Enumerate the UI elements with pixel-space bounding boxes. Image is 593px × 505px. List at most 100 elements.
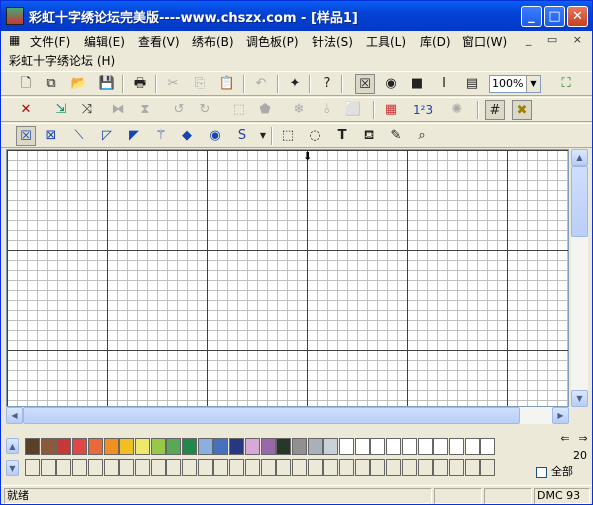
palette-swatch[interactable]: [25, 459, 40, 476]
eyedropper-icon[interactable]: ✎: [386, 126, 406, 146]
palette-swatch[interactable]: [260, 459, 276, 476]
scroll-right-icon[interactable]: ▶: [552, 407, 569, 424]
undo-icon[interactable]: ↶: [251, 74, 271, 94]
new-from-icon[interactable]: ⧉: [41, 74, 61, 94]
palette-swatch[interactable]: [386, 438, 402, 455]
palette-swatch[interactable]: [433, 459, 449, 476]
numbering-icon[interactable]: 1²3: [413, 100, 433, 120]
palette-swatch[interactable]: [417, 438, 433, 455]
menu-view[interactable]: 查看(V): [138, 33, 180, 50]
outline-icon[interactable]: ⬚: [229, 100, 249, 120]
new-icon[interactable]: 🗋: [16, 74, 36, 94]
cut-icon[interactable]: ✂: [163, 74, 183, 94]
close-button[interactable]: ✕: [567, 6, 588, 27]
menu-stitch[interactable]: 针法(S): [312, 33, 353, 50]
palette-swatch[interactable]: [56, 459, 72, 476]
french-knot-icon[interactable]: ◆: [177, 126, 197, 146]
select-area-icon[interactable]: ⬜: [343, 100, 363, 120]
palette-swatch[interactable]: [150, 459, 166, 476]
long-stitch-icon[interactable]: ⚚: [151, 126, 171, 146]
palette-swatch[interactable]: [87, 438, 103, 455]
fit-icon[interactable]: ⛶: [556, 74, 576, 94]
scroll-down-icon[interactable]: ▼: [571, 390, 588, 407]
horizontal-scrollbar[interactable]: ◀ ▶: [6, 407, 569, 424]
special-stitch-icon[interactable]: S: [232, 126, 252, 146]
palette-swatch[interactable]: [87, 459, 103, 476]
palette-swatch[interactable]: [229, 438, 245, 455]
palette-swatch[interactable]: [119, 438, 135, 455]
palette-swatch[interactable]: [339, 438, 354, 455]
mirror-icon[interactable]: ⫰: [317, 100, 337, 120]
pattern-icon[interactable]: ✺: [447, 100, 467, 120]
palette-swatch[interactable]: [56, 438, 72, 455]
color-view-icon[interactable]: ■: [407, 74, 427, 94]
palette-swatch[interactable]: [370, 438, 386, 455]
palette-swatch[interactable]: [244, 459, 260, 476]
palette-swatch[interactable]: [307, 459, 323, 476]
palette-swatch[interactable]: [323, 438, 339, 455]
palette-swatch[interactable]: [229, 459, 245, 476]
quarter-stitch-icon[interactable]: ⟍: [69, 126, 89, 146]
help-icon[interactable]: ?: [317, 74, 337, 94]
palette-swatch[interactable]: [480, 459, 496, 476]
palette-swatch[interactable]: [182, 438, 197, 455]
menu-file-icon[interactable]: ▦: [9, 33, 20, 47]
palette-swatch[interactable]: [103, 438, 119, 455]
palette-swatch[interactable]: [72, 438, 88, 455]
palette-swatch[interactable]: [40, 459, 56, 476]
palette-swatch[interactable]: [134, 438, 150, 455]
palette-prev-icon[interactable]: ⇐: [557, 432, 573, 446]
palette-swatch[interactable]: [103, 459, 119, 476]
palette-swatch[interactable]: [307, 438, 323, 455]
show-all-checkbox[interactable]: 全部: [536, 463, 573, 479]
scroll-up-icon[interactable]: ▲: [571, 149, 588, 166]
magnifier-icon[interactable]: ⌕: [412, 126, 432, 146]
move-icon[interactable]: ⇲: [51, 100, 71, 120]
backstitch-icon[interactable]: ◤: [124, 126, 144, 146]
palette-swatch[interactable]: [244, 438, 260, 455]
list-icon[interactable]: ▤: [462, 74, 482, 94]
palette-swatch[interactable]: [40, 438, 56, 455]
cross-stitch-view-icon[interactable]: ☒: [355, 74, 375, 94]
palette-swatch[interactable]: [291, 438, 307, 455]
palette-next-icon[interactable]: ⇒: [575, 432, 591, 446]
menu-edit[interactable]: 编辑(E): [84, 33, 125, 50]
palette-swatch[interactable]: [166, 459, 182, 476]
chevron-down-icon[interactable]: ▼: [526, 76, 540, 92]
save-icon[interactable]: 💾: [97, 74, 117, 94]
print-icon[interactable]: 🖶: [130, 74, 150, 94]
palette-swatch[interactable]: [213, 438, 229, 455]
palette-swatch[interactable]: [197, 438, 213, 455]
palette-swatch[interactable]: [370, 459, 386, 476]
grid-icon[interactable]: #: [485, 100, 505, 120]
stitch-grid[interactable]: [7, 150, 568, 406]
palette-swatch[interactable]: [354, 438, 370, 455]
palette-swatch[interactable]: [276, 459, 292, 476]
palette-colors-icon[interactable]: ▦: [381, 100, 401, 120]
half-stitch-icon[interactable]: ⊠: [41, 126, 61, 146]
pattern-canvas[interactable]: ⬇: [6, 149, 569, 407]
flip-h-icon[interactable]: ⧓: [108, 100, 128, 120]
menu-library[interactable]: 库(D): [420, 33, 451, 50]
fill-icon[interactable]: ⬟: [255, 100, 275, 120]
text-view-icon[interactable]: I: [434, 74, 454, 94]
palette-swatch[interactable]: [401, 438, 417, 455]
bead-icon[interactable]: ◉: [205, 126, 225, 146]
rotate-left-icon[interactable]: ↺: [169, 100, 189, 120]
mdi-controls[interactable]: _ ▭ ×: [526, 33, 588, 46]
palette-swatch[interactable]: [464, 438, 480, 455]
palette-swatch[interactable]: [448, 438, 464, 455]
rect-select-icon[interactable]: ⬚: [278, 126, 298, 146]
vertical-scrollbar[interactable]: ▲ ▼: [571, 149, 588, 407]
open-icon[interactable]: 📂: [69, 74, 89, 94]
palette-swatch[interactable]: [417, 459, 433, 476]
palette-swatch[interactable]: [291, 459, 307, 476]
palette-up-icon[interactable]: ▲: [6, 438, 19, 454]
paint-bucket-icon[interactable]: ⛾: [359, 126, 379, 146]
swap-icon[interactable]: ⤨: [77, 100, 97, 120]
palette-swatch[interactable]: [386, 459, 402, 476]
delete-icon[interactable]: ✕: [16, 100, 36, 120]
palette-swatch[interactable]: [276, 438, 292, 455]
palette-swatch[interactable]: [72, 459, 88, 476]
palette-swatch[interactable]: [150, 438, 166, 455]
